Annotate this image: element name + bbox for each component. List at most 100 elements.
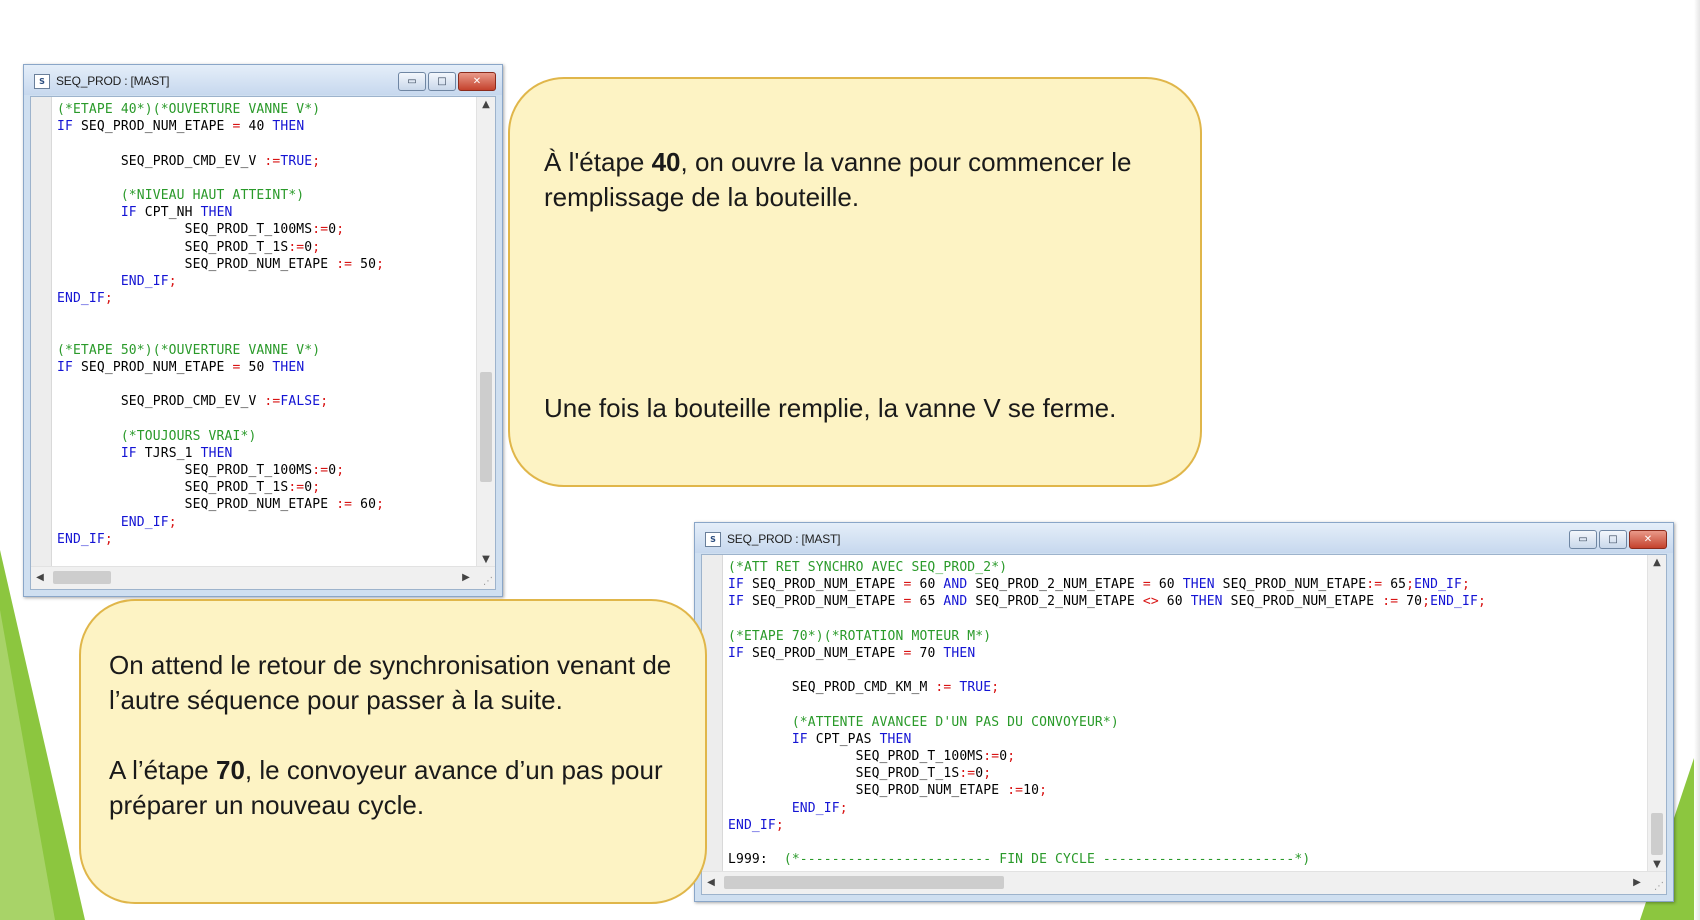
window-titlebar[interactable]: S SEQ_PROD : [MAST] ▭ □ ✕ — [695, 523, 1673, 553]
code-line[interactable]: END_IF; — [728, 800, 1486, 817]
code-line[interactable]: END_IF; — [57, 531, 384, 548]
code-token: IF — [57, 119, 73, 135]
slide-decoration-left — [0, 550, 85, 920]
code-line[interactable] — [57, 324, 384, 341]
code-line[interactable]: IF TJRS_1 THEN — [57, 445, 384, 462]
code-line[interactable]: SEQ_PROD_NUM_ETAPE := 60; — [57, 496, 384, 513]
scroll-up-icon[interactable]: ▲ — [477, 99, 495, 110]
code-line[interactable]: (*ATT RET SYNCHRO AVEC SEQ_PROD_2*) — [728, 559, 1486, 576]
code-line[interactable] — [728, 611, 1486, 628]
code-token: ; — [104, 531, 113, 547]
horizontal-scroll-thumb[interactable] — [53, 571, 111, 584]
code-line[interactable]: IF CPT_NH THEN — [57, 204, 384, 221]
window-titlebar[interactable]: S SEQ_PROD : [MAST] ▭ □ ✕ — [24, 65, 502, 95]
scroll-up-icon[interactable]: ▲ — [1648, 557, 1666, 568]
code-line[interactable]: IF SEQ_PROD_NUM_ETAPE = 70 THEN — [728, 645, 1486, 662]
code-line[interactable]: (*ETAPE 70*)(*ROTATION MOTEUR M*) — [728, 628, 1486, 645]
code-editor-window-bottom[interactable]: S SEQ_PROD : [MAST] ▭ □ ✕ (*ATT RET SYNC… — [694, 522, 1674, 902]
code-token: END_IF — [57, 273, 169, 289]
code-line[interactable]: IF SEQ_PROD_NUM_ETAPE = 65 AND SEQ_PROD_… — [728, 593, 1486, 610]
code-token: 50 — [352, 256, 377, 272]
code-token: THEN — [272, 119, 305, 135]
resize-grip-icon[interactable]: ⋰ — [483, 576, 493, 587]
code-line[interactable]: SEQ_PROD_T_1S:=0; — [57, 239, 384, 256]
scroll-right-icon[interactable]: ▶ — [1628, 877, 1646, 888]
code-token: 70 — [1398, 594, 1423, 610]
code-line[interactable] — [728, 697, 1486, 714]
code-line[interactable]: IF SEQ_PROD_NUM_ETAPE = 40 THEN — [57, 118, 384, 135]
code-line[interactable]: IF SEQ_PROD_NUM_ETAPE = 50 THEN — [57, 359, 384, 376]
vertical-scroll-thumb[interactable] — [480, 372, 492, 482]
code-line[interactable]: END_IF; — [728, 817, 1486, 834]
code-line[interactable]: SEQ_PROD_T_1S:=0; — [57, 479, 384, 496]
code-line[interactable] — [57, 170, 384, 187]
vertical-scrollbar[interactable]: ▲ ▼ — [1647, 555, 1666, 872]
horizontal-scrollbar[interactable]: ◀ ▶ ⋰ — [702, 871, 1666, 894]
code-line[interactable]: SEQ_PROD_T_100MS:=0; — [57, 221, 384, 238]
scroll-down-icon[interactable]: ▼ — [477, 554, 495, 565]
code-token: END_IF — [1414, 577, 1463, 593]
code-line[interactable]: SEQ_PROD_CMD_KM_M := TRUE; — [728, 679, 1486, 696]
code-token: (*ETAPE 40*)(*OUVERTURE VANNE V*) — [57, 102, 321, 117]
code-token: (*ETAPE 70*)(*ROTATION MOTEUR M*) — [728, 628, 992, 644]
code-token: = — [903, 577, 912, 593]
code-token: END_IF — [728, 817, 776, 833]
code-line[interactable]: (*ETAPE 40*)(*OUVERTURE VANNE V*) — [57, 101, 384, 118]
code-line[interactable]: SEQ_PROD_CMD_EV_V :=TRUE; — [57, 153, 384, 170]
horizontal-scroll-thumb[interactable] — [724, 876, 1004, 889]
code-editor-window-top[interactable]: S SEQ_PROD : [MAST] ▭ □ ✕ (*ETAPE 40*)(*… — [23, 64, 503, 597]
scroll-left-icon[interactable]: ◀ — [702, 877, 720, 888]
code-line[interactable]: SEQ_PROD_T_1S:=0; — [728, 765, 1486, 782]
code-token: SEQ_PROD_NUM_ETAPE — [1222, 594, 1383, 610]
code-token: ; — [839, 800, 848, 816]
code-line[interactable] — [57, 307, 384, 324]
code-line[interactable]: SEQ_PROD_NUM_ETAPE := 50; — [57, 256, 384, 273]
maximize-button[interactable]: □ — [428, 72, 456, 91]
close-button[interactable]: ✕ — [1629, 530, 1667, 549]
code-area[interactable]: (*ATT RET SYNCHRO AVEC SEQ_PROD_2*) IF SE… — [701, 554, 1667, 895]
code-line[interactable]: END_IF; — [57, 514, 384, 531]
code-line[interactable] — [728, 662, 1486, 679]
code-line[interactable]: L999: (*------------------------ FIN DE … — [728, 851, 1486, 868]
scroll-down-icon[interactable]: ▼ — [1648, 859, 1666, 870]
code-line[interactable]: END_IF; — [57, 290, 384, 307]
code-line[interactable]: SEQ_PROD_T_100MS:=0; — [57, 462, 384, 479]
code-text[interactable]: (*ATT RET SYNCHRO AVEC SEQ_PROD_2*) IF SE… — [728, 559, 1486, 868]
code-token: (*TOUJOURS VRAI*) — [57, 428, 257, 444]
code-line[interactable]: IF CPT_PAS THEN — [728, 731, 1486, 748]
vertical-scrollbar[interactable]: ▲ ▼ — [476, 97, 495, 567]
code-token: := — [336, 256, 353, 272]
scroll-right-icon[interactable]: ▶ — [457, 572, 475, 583]
code-line[interactable]: (*TOUJOURS VRAI*) — [57, 428, 384, 445]
code-line[interactable]: IF SEQ_PROD_NUM_ETAPE = 60 AND SEQ_PROD_… — [728, 576, 1486, 593]
resize-grip-icon[interactable]: ⋰ — [1654, 881, 1664, 892]
code-line[interactable] — [728, 834, 1486, 851]
minimize-button[interactable]: ▭ — [398, 72, 426, 91]
code-line[interactable]: (*NIVEAU HAUT ATTEINT*) — [57, 187, 384, 204]
code-line[interactable] — [57, 410, 384, 427]
code-token: SEQ_PROD_NUM_ETAPE — [57, 256, 337, 272]
code-token: := — [1382, 594, 1399, 610]
code-line[interactable]: SEQ_PROD_CMD_EV_V :=FALSE; — [57, 393, 384, 410]
scroll-left-icon[interactable]: ◀ — [31, 572, 49, 583]
maximize-button[interactable]: □ — [1599, 530, 1627, 549]
code-text[interactable]: (*ETAPE 40*)(*OUVERTURE VANNE V*) IF SEQ_… — [57, 101, 384, 548]
minimize-button[interactable]: ▭ — [1569, 530, 1597, 549]
code-line[interactable]: SEQ_PROD_T_100MS:=0; — [728, 748, 1486, 765]
vertical-scroll-thumb[interactable] — [1651, 813, 1663, 855]
code-line[interactable] — [57, 376, 384, 393]
code-area[interactable]: (*ETAPE 40*)(*OUVERTURE VANNE V*) IF SEQ_… — [30, 96, 496, 590]
horizontal-scrollbar[interactable]: ◀ ▶ ⋰ — [31, 566, 495, 589]
code-token: SEQ_PROD_NUM_ETAPE — [743, 645, 904, 661]
close-button[interactable]: ✕ — [458, 72, 496, 91]
code-line[interactable] — [57, 135, 384, 152]
code-token: ; — [336, 222, 345, 238]
code-line[interactable]: END_IF; — [57, 273, 384, 290]
code-token: THEN — [200, 445, 233, 461]
code-token: := — [935, 680, 952, 696]
code-line[interactable]: SEQ_PROD_NUM_ETAPE :=10; — [728, 782, 1486, 799]
code-token: = — [903, 645, 912, 661]
code-line[interactable]: (*ETAPE 50*)(*OUVERTURE VANNE V*) — [57, 342, 384, 359]
code-token: TRUE — [951, 680, 992, 696]
code-line[interactable]: (*ATTENTE AVANCEE D'UN PAS DU CONVOYEUR*… — [728, 714, 1486, 731]
